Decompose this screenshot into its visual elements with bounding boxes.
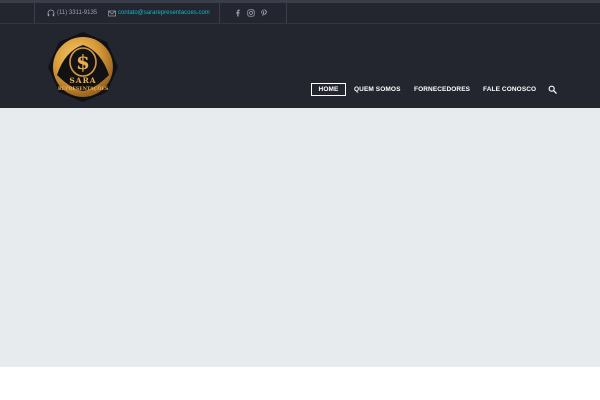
instagram-icon (247, 9, 255, 17)
email-link[interactable]: contato@sararepresentacoes.com (118, 10, 210, 16)
site-header: $ SARA REPRESENTAÇÕES HOME QUEM SOMOS FO… (0, 24, 600, 108)
headphones-icon (47, 9, 55, 17)
site-logo[interactable]: $ SARA REPRESENTAÇÕES (47, 31, 119, 103)
phone-contact[interactable]: (11) 3311-9135 (47, 3, 97, 23)
search-icon (548, 85, 557, 94)
nav-fornecedores-label: FORNECEDORES (414, 86, 471, 93)
facebook-icon (236, 9, 240, 17)
nav-quem-somos[interactable]: QUEM SOMOS (354, 83, 401, 96)
nav-quem-somos-label: QUEM SOMOS (354, 86, 401, 93)
envelope-icon (108, 10, 116, 16)
top-bar: (11) 3311-9135 contato@sararepresentacoe… (0, 3, 600, 24)
pinterest-icon (261, 9, 267, 17)
topbar-divider (286, 3, 287, 23)
instagram-link[interactable] (247, 3, 255, 23)
search-button[interactable] (548, 83, 557, 96)
nav-home-label: HOME (318, 86, 339, 93)
logo-title: SARA (69, 76, 96, 85)
facebook-link[interactable] (234, 3, 242, 23)
topbar-divider (34, 3, 35, 23)
pinterest-link[interactable] (260, 3, 268, 23)
svg-text:$: $ (76, 50, 90, 74)
nav-fornecedores[interactable]: FORNECEDORES (414, 83, 470, 96)
email-contact[interactable]: contato@sararepresentacoes.com (108, 3, 210, 23)
topbar-divider (219, 3, 220, 23)
nav-fale-conosco-label: FALE CONOSCO (483, 86, 537, 93)
nav-fale-conosco[interactable]: FALE CONOSCO (483, 83, 536, 96)
main-content-area (0, 108, 600, 367)
nav-home[interactable]: HOME (311, 83, 346, 96)
phone-text: (11) 3311-9135 (57, 10, 98, 16)
logo-emblem: $ SARA REPRESENTAÇÕES (48, 32, 118, 102)
page-footer (0, 367, 600, 400)
